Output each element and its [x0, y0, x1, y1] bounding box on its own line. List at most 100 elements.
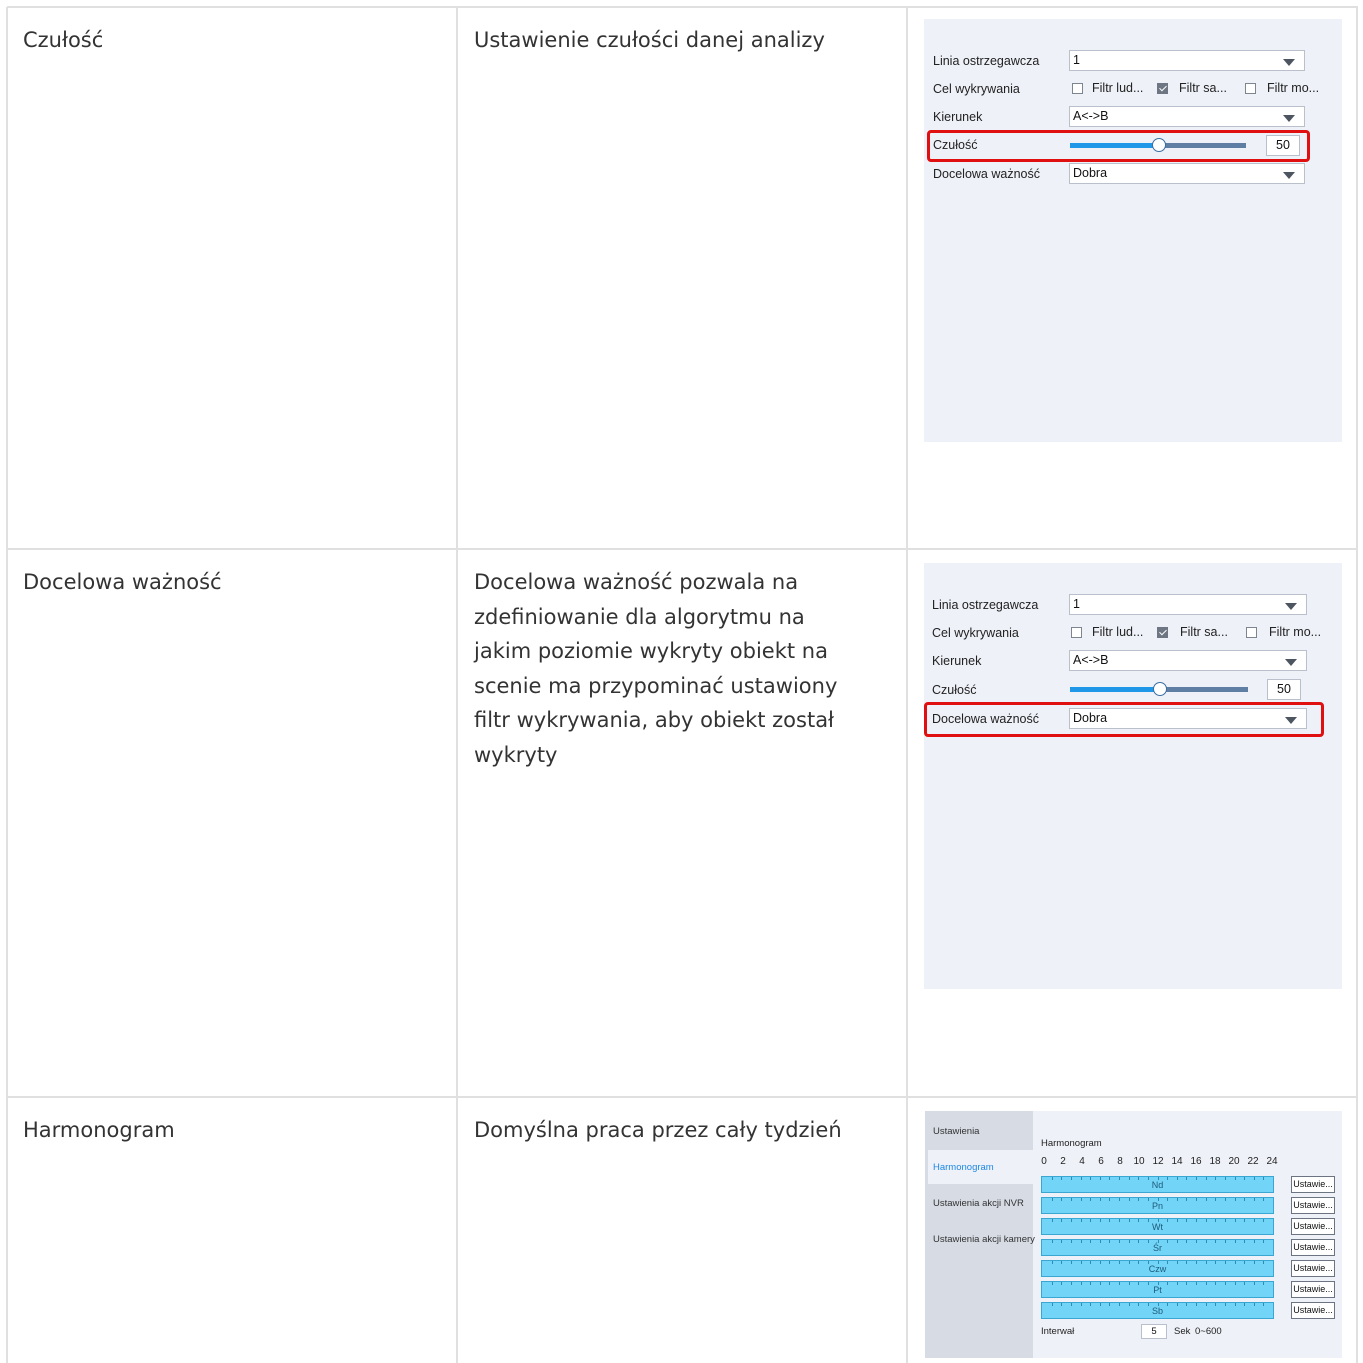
- hour-tick: [1138, 1198, 1140, 1201]
- czulosc-slider-thumb[interactable]: [1153, 682, 1167, 696]
- hour-tick: [1157, 1282, 1159, 1285]
- hour-tick: [1147, 1177, 1149, 1180]
- filter-checkbox-ludzie[interactable]: [1071, 627, 1082, 638]
- day-label: Pn: [1151, 1201, 1163, 1211]
- czulosc-slider[interactable]: [1070, 682, 1248, 696]
- sidebar-item-akcje-kamery[interactable]: Ustawienia akcji kamery: [933, 1234, 1035, 1245]
- hour-tick: [1157, 1177, 1159, 1180]
- kierunek-select[interactable]: A<->B: [1069, 650, 1307, 671]
- table-column-divider: [456, 7, 458, 1363]
- day-schedule-bar[interactable]: Pn: [1041, 1197, 1274, 1214]
- hour-tick: [1176, 1303, 1178, 1306]
- day-schedule-bar[interactable]: Nd: [1041, 1176, 1274, 1193]
- hour-tick: [1263, 1177, 1265, 1180]
- hour-label: 22: [1247, 1156, 1259, 1167]
- day-settings-button[interactable]: Ustawie...: [1291, 1197, 1335, 1214]
- day-schedule-bar[interactable]: Śr: [1041, 1239, 1274, 1256]
- hour-tick: [1186, 1198, 1188, 1201]
- hour-tick: [1080, 1177, 1082, 1180]
- hour-tick: [1138, 1261, 1140, 1264]
- hour-tick: [1196, 1261, 1197, 1264]
- hour-tick: [1263, 1303, 1265, 1306]
- day-settings-button[interactable]: Ustawie...: [1291, 1281, 1335, 1298]
- hour-tick: [1253, 1261, 1255, 1264]
- hour-tick: [1224, 1219, 1226, 1222]
- czulosc-value-field[interactable]: 50: [1267, 679, 1301, 700]
- filter-checkbox-motocykle[interactable]: [1245, 83, 1256, 94]
- day-settings-button[interactable]: Ustawie...: [1291, 1176, 1335, 1193]
- day-schedule-bar[interactable]: Pt: [1041, 1281, 1274, 1298]
- hour-tick: [1263, 1261, 1265, 1264]
- linia-select[interactable]: 1: [1069, 50, 1305, 71]
- hour-tick: [1080, 1303, 1082, 1306]
- linia-select[interactable]: 1: [1069, 594, 1307, 615]
- description-line: filtr wykrywania, aby obiekt został: [474, 708, 835, 732]
- czulosc-slider-fill: [1070, 687, 1159, 692]
- hour-tick: [1253, 1198, 1255, 1201]
- hour-label: 2: [1060, 1156, 1066, 1167]
- hour-tick: [1234, 1282, 1236, 1285]
- hour-tick: [1186, 1219, 1188, 1222]
- day-settings-button[interactable]: Ustawie...: [1291, 1218, 1335, 1235]
- day-settings-button[interactable]: Ustawie...: [1291, 1239, 1335, 1256]
- hour-tick: [1224, 1303, 1226, 1306]
- hour-tick: [1080, 1219, 1082, 1222]
- hour-tick: [1061, 1219, 1063, 1222]
- highlight-frame: [924, 702, 1324, 737]
- day-settings-button[interactable]: Ustawie...: [1291, 1302, 1335, 1319]
- hour-tick: [1224, 1261, 1226, 1264]
- kierunek-label: Kierunek: [933, 110, 983, 124]
- hour-tick: [1119, 1198, 1120, 1201]
- hour-tick: [1090, 1240, 1092, 1243]
- sidebar-item-akcje-nvr[interactable]: Ustawienia akcji NVR: [933, 1198, 1024, 1209]
- filter-label: Filtr mo...: [1269, 625, 1322, 639]
- hour-tick: [1128, 1282, 1130, 1285]
- day-schedule-bar[interactable]: Czw: [1041, 1260, 1274, 1277]
- hour-label: 14: [1171, 1156, 1183, 1167]
- linia-value: 1: [1073, 597, 1080, 611]
- filter-checkbox-samochody[interactable]: [1157, 83, 1168, 94]
- day-label: Czw: [1148, 1264, 1167, 1274]
- hour-tick: [1119, 1177, 1120, 1180]
- description-line: Docelowa ważność pozwala na: [474, 570, 799, 594]
- linia-value: 1: [1073, 53, 1080, 67]
- hour-label: 12: [1152, 1156, 1164, 1167]
- hour-tick: [1147, 1240, 1149, 1243]
- hour-tick: [1215, 1240, 1217, 1243]
- day-schedule-bar[interactable]: Wt: [1041, 1218, 1274, 1235]
- waznosc-select[interactable]: Dobra: [1069, 163, 1305, 184]
- hour-tick: [1244, 1219, 1246, 1222]
- hour-tick: [1244, 1240, 1246, 1243]
- hour-tick: [1061, 1282, 1063, 1285]
- settings-panel: Linia ostrzegawcza 1 Cel wykrywania Filt…: [924, 563, 1342, 989]
- hour-tick: [1196, 1219, 1197, 1222]
- hour-tick: [1167, 1198, 1169, 1201]
- filter-checkbox-ludzie[interactable]: [1072, 83, 1083, 94]
- filter-checkbox-motocykle[interactable]: [1246, 627, 1257, 638]
- hour-tick: [1224, 1177, 1226, 1180]
- hour-tick: [1080, 1240, 1082, 1243]
- hour-tick: [1061, 1261, 1063, 1264]
- hour-tick: [1090, 1198, 1092, 1201]
- day-settings-button[interactable]: Ustawie...: [1291, 1260, 1335, 1277]
- hour-tick: [1090, 1282, 1092, 1285]
- sidebar-item-ustawienia[interactable]: Ustawienia: [933, 1126, 979, 1137]
- filter-checkbox-samochody[interactable]: [1157, 627, 1168, 638]
- hour-tick: [1167, 1219, 1169, 1222]
- sidebar-item-harmonogram[interactable]: Harmonogram: [933, 1162, 994, 1173]
- kierunek-value: A<->B: [1073, 653, 1109, 667]
- day-schedule-bar[interactable]: Sb: [1041, 1302, 1274, 1319]
- hour-tick: [1253, 1303, 1255, 1306]
- hour-tick: [1205, 1240, 1207, 1243]
- hour-tick: [1109, 1177, 1111, 1180]
- hour-tick: [1234, 1219, 1236, 1222]
- kierunek-select[interactable]: A<->B: [1069, 106, 1305, 127]
- hour-tick: [1147, 1219, 1149, 1222]
- hour-tick: [1205, 1282, 1207, 1285]
- hour-tick: [1205, 1177, 1207, 1180]
- interval-field[interactable]: 5: [1141, 1324, 1167, 1339]
- hour-tick: [1080, 1198, 1082, 1201]
- hour-tick: [1051, 1219, 1053, 1222]
- day-label: Wt: [1152, 1222, 1163, 1232]
- hour-tick: [1244, 1303, 1246, 1306]
